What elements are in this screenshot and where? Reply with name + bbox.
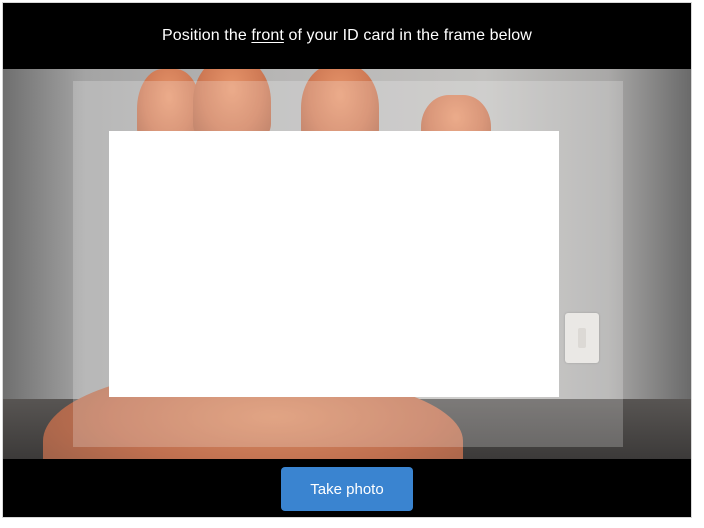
capture-controls: Take photo — [3, 459, 691, 517]
id-capture-screen: Position the front of your ID card in th… — [2, 2, 692, 518]
instruction-bar: Position the front of your ID card in th… — [3, 3, 691, 69]
id-card-frame — [109, 131, 559, 397]
camera-preview — [3, 69, 691, 459]
take-photo-button[interactable]: Take photo — [281, 467, 413, 511]
instruction-text: Position the front of your ID card in th… — [162, 27, 532, 45]
instruction-suffix: of your ID card in the frame below — [283, 27, 532, 44]
instruction-emphasis-front: front — [251, 27, 284, 44]
instruction-prefix: Position the — [162, 27, 252, 44]
